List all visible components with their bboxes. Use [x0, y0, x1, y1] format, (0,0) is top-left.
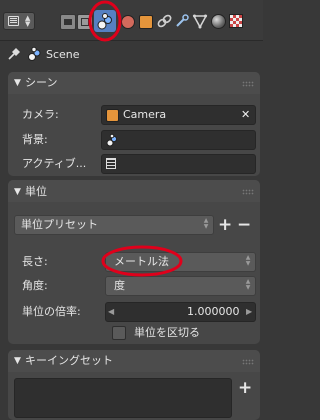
- tab-material[interactable]: [211, 14, 226, 29]
- drag-handle-icon[interactable]: [242, 359, 254, 365]
- unit-scale-value: 1.000000: [187, 305, 240, 318]
- separate-units-checkbox[interactable]: [112, 326, 126, 340]
- scene-panel: ▼ シーン カメラ: Camera ✕ 背景: アクティブ...: [8, 72, 260, 176]
- decrement-arrow-icon[interactable]: ◀: [108, 305, 114, 319]
- camera-value: Camera: [123, 108, 167, 121]
- constraints-icon[interactable]: [157, 14, 172, 28]
- tab-texture[interactable]: [229, 14, 243, 28]
- expand-triangle-icon: ▼: [14, 78, 21, 88]
- tab-render[interactable]: [60, 14, 76, 30]
- data-icon[interactable]: [192, 14, 208, 29]
- properties-editor-icon-lines: [10, 18, 17, 19]
- scene-panel-title: シーン: [25, 76, 58, 89]
- active-clip-label: アクティブ...: [22, 157, 87, 170]
- angle-unit-select[interactable]: 度 ▲ ▼: [105, 276, 256, 296]
- pin-icon[interactable]: [7, 47, 21, 61]
- keying-sets-list[interactable]: [14, 378, 232, 418]
- background-field[interactable]: [101, 130, 256, 150]
- camera-field[interactable]: Camera ✕: [101, 105, 256, 125]
- expand-triangle-icon: ▼: [14, 356, 21, 366]
- updown-icon: ▲ ▼: [245, 254, 251, 267]
- tab-object[interactable]: [139, 15, 153, 29]
- keying-sets-panel: ▼ キーイングセット +: [8, 350, 260, 420]
- angle-label: 角度:: [22, 279, 48, 292]
- remove-preset-button[interactable]: −: [237, 215, 251, 235]
- updown-icon: ▲ ▼: [203, 217, 209, 230]
- modifiers-icon[interactable]: [175, 14, 189, 28]
- clear-x-icon[interactable]: ✕: [241, 108, 250, 122]
- annotation-circle-length: [101, 245, 183, 277]
- breadcrumb: Scene: [0, 43, 263, 65]
- increment-arrow-icon[interactable]: ▶: [246, 305, 252, 319]
- separate-units-label: 単位を区切る: [134, 326, 200, 339]
- expand-triangle-icon: ▼: [14, 187, 21, 197]
- updown-icon: ▲ ▼: [245, 278, 251, 291]
- add-preset-button[interactable]: +: [218, 215, 232, 235]
- scene-panel-header[interactable]: ▼ シーン: [8, 72, 260, 94]
- render-icon: [64, 19, 72, 25]
- chevron-down-icon: ▲ ▼: [25, 14, 31, 28]
- camera-object-icon: [106, 109, 119, 122]
- camera-label: カメラ:: [22, 108, 59, 121]
- background-label: 背景:: [22, 133, 48, 146]
- keying-sets-panel-header[interactable]: ▼ キーイングセット: [8, 350, 260, 372]
- movie-clip-icon: [106, 158, 116, 169]
- scene-icon: [28, 46, 41, 61]
- drag-handle-icon[interactable]: [242, 189, 254, 195]
- length-label: 長さ:: [22, 255, 48, 268]
- add-keying-set-button[interactable]: +: [238, 378, 252, 398]
- unit-presets-label: 単位プリセット: [21, 218, 98, 231]
- units-panel-header[interactable]: ▼ 単位: [8, 180, 260, 202]
- annotation-circle-scene-tab: [88, 0, 122, 42]
- unit-presets-menu[interactable]: 単位プリセット ▲ ▼: [14, 215, 214, 235]
- angle-unit-value: 度: [114, 279, 125, 292]
- unit-scale-field[interactable]: ◀ 1.000000 ▶: [105, 302, 256, 322]
- keying-sets-panel-title: キーイングセット: [25, 354, 113, 367]
- drag-handle-icon[interactable]: [242, 81, 254, 87]
- units-panel-title: 単位: [25, 185, 47, 198]
- breadcrumb-scene-label: Scene: [46, 48, 80, 61]
- scene-icon: [106, 133, 118, 147]
- unit-scale-label: 単位の倍率:: [22, 305, 81, 318]
- active-clip-field[interactable]: [101, 154, 256, 174]
- editor-type-menu[interactable]: ▲ ▼: [3, 12, 35, 30]
